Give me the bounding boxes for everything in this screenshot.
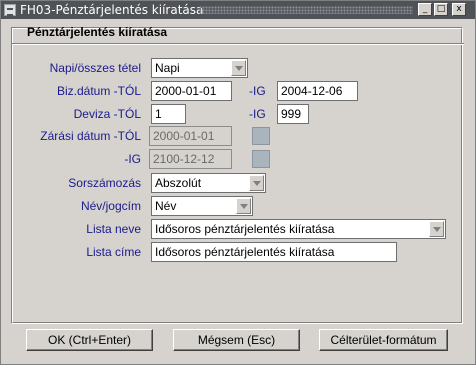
minimize-button[interactable]: _	[418, 3, 432, 16]
chevron-down-icon[interactable]	[429, 221, 444, 237]
target-format-button[interactable]: Célterület-formátum	[319, 329, 448, 351]
window-title: FH03-Pénztárjelentés kiíratása	[20, 3, 204, 17]
biz-datum-tol-label: Biz.dátum -TÓL	[56, 84, 141, 98]
close-button[interactable]: x	[452, 3, 466, 16]
deviza-tol-label: Deviza -TÓL	[73, 107, 141, 121]
chevron-down-icon[interactable]	[236, 198, 251, 214]
zarasi-datum-tol-checkbox[interactable]	[252, 127, 270, 145]
deviza-ig-field[interactable]: 999	[277, 104, 309, 124]
dialog-window: FH03-Pénztárjelentés kiíratása _ □ x Pén…	[0, 0, 476, 365]
nev-jogcim-value: Név	[155, 199, 177, 213]
biz-datum-ig-label: -IG	[249, 84, 266, 98]
lista-neve-label: Lista neve	[86, 222, 141, 236]
nev-jogcim-label: Név/jogcím	[80, 199, 141, 213]
deviza-ig-label: -IG	[249, 107, 266, 121]
biz-datum-ig-field[interactable]: 2004-12-06	[277, 81, 358, 101]
chevron-down-icon[interactable]	[231, 60, 246, 76]
deviza-tol-field[interactable]: 1	[151, 104, 186, 124]
title-bar[interactable]: FH03-Pénztárjelentés kiíratása _ □ x	[1, 1, 475, 19]
lista-neve-select[interactable]: Idősoros pénztárjelentés kiíratása	[151, 219, 446, 239]
sorszamozas-select[interactable]: Abszolút	[151, 173, 266, 193]
biz-datum-tol-field[interactable]: 2000-01-01	[151, 81, 232, 101]
title-bar-grip	[199, 6, 413, 14]
nev-jogcim-select[interactable]: Név	[151, 196, 253, 216]
napi-osszes-select[interactable]: Napi	[151, 58, 248, 78]
app-icon	[4, 4, 16, 16]
lista-cime-label: Lista címe	[86, 245, 141, 259]
zarasi-datum-tol-label: Zárási dátum -TÓL	[40, 129, 141, 143]
zarasi-datum-ig-field: 2100-12-12	[149, 149, 232, 169]
zarasi-datum-ig-checkbox[interactable]	[252, 150, 270, 168]
cancel-button[interactable]: Mégsem (Esc)	[173, 329, 300, 351]
sorszamozas-label: Sorszámozás	[68, 176, 141, 190]
lista-neve-value: Idősoros pénztárjelentés kiíratása	[155, 222, 335, 236]
ok-button[interactable]: OK (Ctrl+Enter)	[26, 329, 153, 351]
section-title: Pénztárjelentés kiíratása	[27, 25, 168, 39]
zarasi-datum-tol-field: 2000-01-01	[149, 126, 232, 146]
sorszamozas-value: Abszolút	[155, 176, 202, 190]
maximize-button[interactable]: □	[434, 3, 448, 16]
zarasi-datum-ig-label: -IG	[124, 152, 141, 166]
section-divider	[12, 43, 464, 45]
lista-cime-field[interactable]: Idősoros pénztárjelentés kiíratása	[151, 242, 397, 262]
napi-osszes-label: Napi/összes tétel	[49, 61, 141, 75]
napi-osszes-value: Napi	[155, 61, 180, 75]
chevron-down-icon[interactable]	[249, 175, 264, 191]
